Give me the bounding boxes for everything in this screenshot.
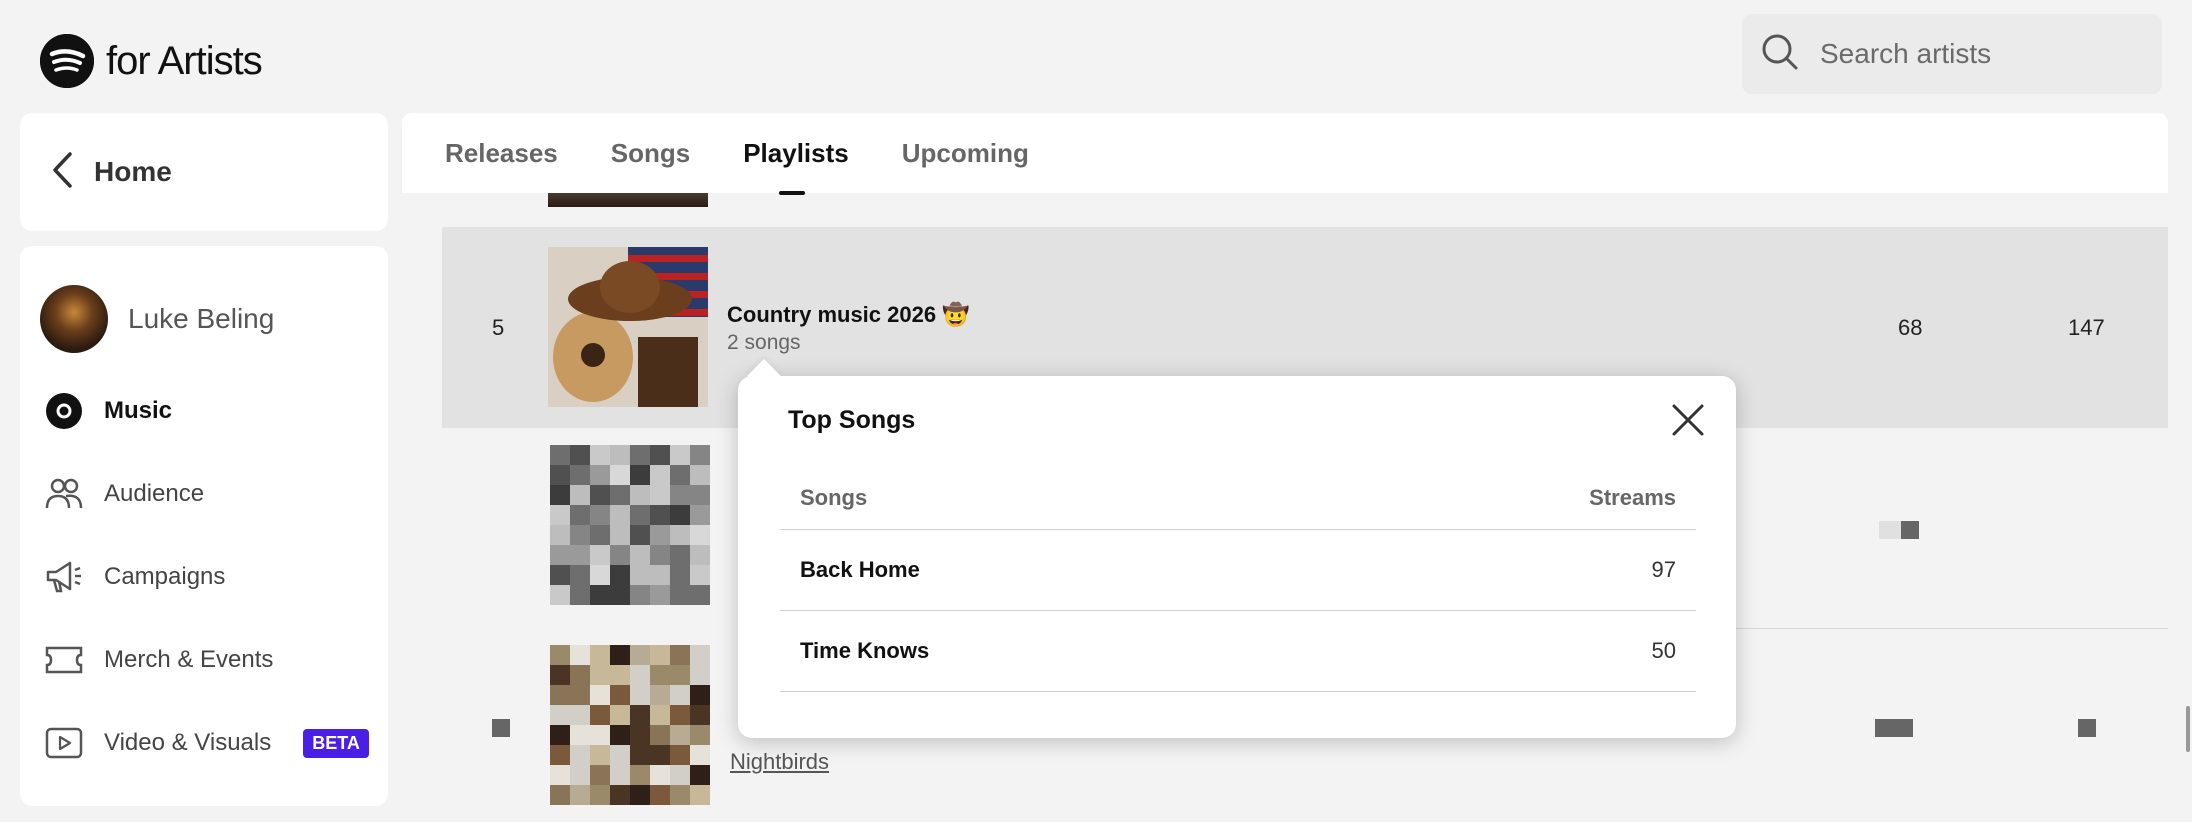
sidebar-item-video-visuals[interactable]: Video & Visuals BETA (44, 723, 369, 763)
music-disc-icon (44, 391, 84, 431)
redacted-value (2078, 719, 2096, 737)
sidebar-item-label: Video & Visuals (104, 729, 272, 756)
previous-row-artwork (548, 193, 708, 207)
tab-songs[interactable]: Songs (611, 128, 690, 179)
artist-name: Luke Beling (128, 303, 275, 334)
redacted-value (1875, 719, 1913, 737)
top-songs-popup: Top Songs Songs Streams Back Home 97 Tim… (738, 376, 1736, 738)
song-streams: 97 (1651, 557, 1676, 582)
sidebar-item-label: Audience (104, 480, 205, 507)
playlist-owner-link[interactable]: Nightbirds (730, 749, 829, 775)
sidebar-item-label: Merch & Events (104, 646, 274, 673)
sidebar-item-campaigns[interactable]: Campaigns (44, 557, 225, 597)
column-header-songs: Songs (800, 484, 868, 510)
avatar (40, 285, 108, 353)
chevron-left-icon (50, 151, 74, 194)
table-header: Songs Streams (780, 466, 1696, 530)
close-icon (1672, 404, 1704, 436)
tab-upcoming[interactable]: Upcoming (902, 128, 1029, 179)
spotify-logo[interactable]: for Artists (40, 34, 263, 88)
tab-bar: Releases Songs Playlists Upcoming (402, 113, 2168, 195)
popup-title: Top Songs (788, 406, 916, 434)
playlist-stat-2: 147 (2068, 315, 2105, 340)
sidebar-item-label: Music (104, 397, 173, 424)
tab-releases[interactable]: Releases (445, 128, 558, 179)
search-bar[interactable] (1742, 14, 2162, 94)
redacted-value (1901, 521, 1919, 539)
table-row[interactable]: Time Knows 50 (780, 611, 1696, 692)
playlist-song-count[interactable]: 2 songs (727, 331, 801, 355)
spotify-icon (40, 34, 94, 88)
sidebar-nav: Luke Beling Music Audience Campaigns Mer… (20, 246, 388, 806)
table-row[interactable]: Back Home 97 (780, 530, 1696, 611)
video-icon (44, 723, 84, 763)
search-input[interactable] (1820, 38, 2120, 70)
playlist-artwork (548, 247, 708, 407)
sidebar-item-merch-events[interactable]: Merch & Events (44, 640, 273, 680)
sidebar-item-audience[interactable]: Audience (44, 474, 204, 514)
search-icon (1760, 32, 1800, 77)
redacted-rank (492, 719, 510, 737)
megaphone-icon (44, 557, 84, 597)
redacted-value (1879, 521, 1901, 539)
playlist-artwork-pixelated (550, 645, 710, 805)
playlist-rank: 5 (492, 315, 505, 340)
playlist-stat-1: 68 (1898, 315, 1923, 340)
artist-switcher[interactable]: Luke Beling (40, 285, 274, 353)
song-name[interactable]: Time Knows (800, 638, 929, 664)
close-button[interactable] (1668, 400, 1708, 440)
tab-playlists[interactable]: Playlists (743, 128, 849, 195)
playlist-artwork-pixelated (550, 445, 710, 605)
audience-icon (44, 474, 84, 514)
song-name[interactable]: Back Home (800, 557, 920, 583)
beta-badge: BETA (303, 728, 369, 758)
song-streams: 50 (1651, 638, 1676, 663)
ticket-icon (44, 640, 84, 680)
column-header-streams: Streams (1589, 484, 1676, 510)
home-back-button[interactable]: Home (20, 113, 388, 231)
sidebar-item-label: Campaigns (104, 563, 226, 590)
home-label: Home (94, 156, 172, 187)
sidebar-item-music[interactable]: Music (44, 391, 172, 431)
top-songs-table: Songs Streams Back Home 97 Time Knows 50 (780, 466, 1696, 692)
logo-text: for Artists (106, 38, 263, 83)
playlist-title[interactable]: Country music 2026 🤠 (727, 302, 970, 328)
scrollbar-thumb[interactable] (2186, 706, 2190, 752)
